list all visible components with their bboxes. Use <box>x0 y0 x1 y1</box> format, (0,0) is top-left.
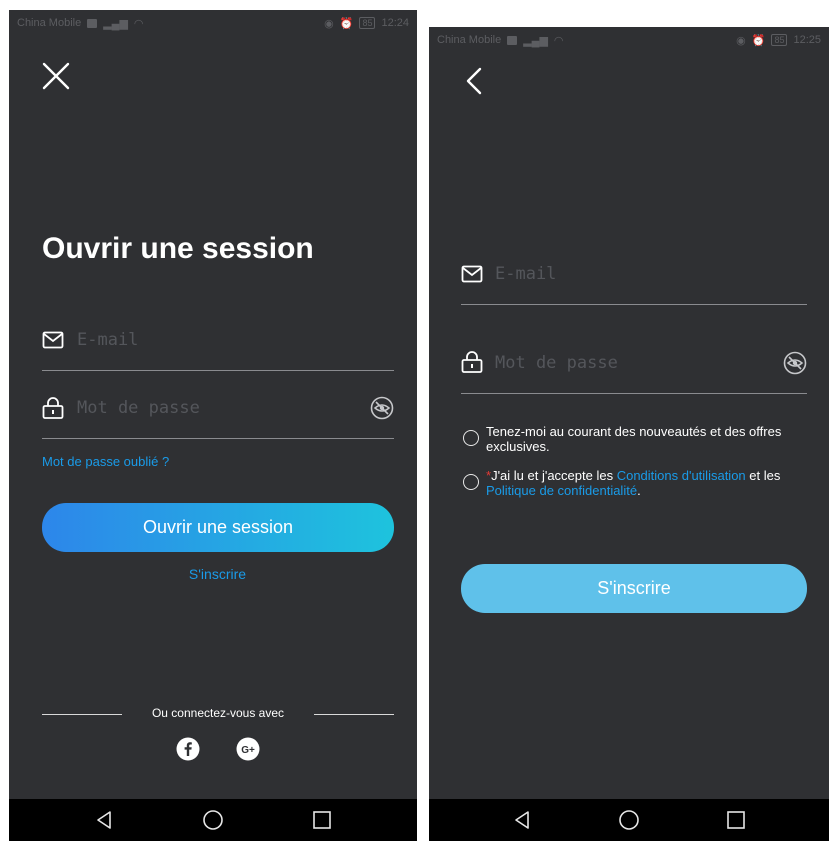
sim-icon <box>87 18 98 28</box>
google-plus-icon[interactable]: G+ <box>236 737 260 761</box>
divider-line-right <box>314 714 394 715</box>
status-bar: China Mobile ▂▄▆ ◠ ◉ ⏰ 85 12:25 <box>429 27 829 53</box>
nav-back-icon <box>515 811 530 829</box>
eye-hidden-icon[interactable] <box>783 351 807 375</box>
password-placeholder: Mot de passe <box>495 353 618 373</box>
email-field[interactable]: E-mail <box>461 261 807 305</box>
nav-home-button[interactable] <box>193 805 233 835</box>
lock-icon <box>42 397 64 419</box>
social-divider-text: Ou connectez-vous avec <box>151 706 285 720</box>
email-field[interactable]: E-mail <box>42 328 394 371</box>
alarm-icon: ⏰ <box>339 17 354 30</box>
system-nav-bar <box>429 799 829 841</box>
nav-back-button[interactable] <box>84 805 124 835</box>
status-bar: China Mobile ▂▄▆ ◠ ◉ ⏰ 85 12:24 <box>9 10 417 36</box>
back-icon[interactable] <box>465 67 483 95</box>
forgot-password-link[interactable]: Mot de passe oublié ? <box>42 454 169 469</box>
register-screen: China Mobile ▂▄▆ ◠ ◉ ⏰ 85 12:25 E-mail M… <box>429 27 829 841</box>
nav-recent-button[interactable] <box>716 805 756 835</box>
carrier-label: China Mobile <box>437 34 502 46</box>
eye-hidden-icon[interactable] <box>370 396 394 420</box>
signal-icon: ▂▄▆ <box>523 34 548 47</box>
eye-status-icon: ◉ <box>324 17 334 30</box>
mail-icon <box>461 265 483 283</box>
svg-text:G+: G+ <box>241 745 255 756</box>
eye-status-icon: ◉ <box>736 34 746 47</box>
facebook-icon[interactable] <box>176 737 200 761</box>
password-field[interactable]: Mot de passe <box>42 394 394 439</box>
privacy-link[interactable]: Politique de confidentialité <box>486 483 637 498</box>
email-placeholder: E-mail <box>495 264 557 284</box>
page-title: Ouvrir une session <box>42 232 314 265</box>
nav-recent-icon <box>313 811 332 829</box>
wifi-icon: ◠ <box>133 17 144 30</box>
nav-back-button[interactable] <box>502 805 542 835</box>
conditions-link[interactable]: Conditions d'utilisation <box>617 468 746 483</box>
nav-home-icon <box>619 810 639 830</box>
nav-recent-button[interactable] <box>302 805 342 835</box>
nav-home-button[interactable] <box>609 805 649 835</box>
terms-middle: et les <box>745 468 781 483</box>
close-icon[interactable] <box>42 62 70 90</box>
alarm-icon: ⏰ <box>751 34 766 47</box>
signal-icon: ▂▄▆ <box>103 17 128 30</box>
terms-suffix: . <box>637 483 641 498</box>
clock-label: 12:24 <box>381 17 409 29</box>
terms-radio[interactable] <box>463 474 479 490</box>
system-nav-bar <box>9 799 417 841</box>
login-button[interactable]: Ouvrir une session <box>42 503 394 552</box>
nav-recent-icon <box>726 811 745 829</box>
register-button[interactable]: S'inscrire <box>461 564 807 613</box>
login-screen: China Mobile ▂▄▆ ◠ ◉ ⏰ 85 12:24 Ouvrir u… <box>9 10 417 841</box>
nav-home-icon <box>203 810 223 830</box>
email-placeholder: E-mail <box>77 330 139 350</box>
carrier-label: China Mobile <box>17 17 82 29</box>
wifi-icon: ◠ <box>553 34 564 47</box>
newsletter-text: Tenez-moi au courant des nouveautés et d… <box>486 424 782 454</box>
battery-icon: 85 <box>771 34 788 46</box>
terms-text: *J'ai lu et j'accepte les Conditions d'u… <box>486 468 806 498</box>
sim-icon <box>507 35 518 45</box>
password-field[interactable]: Mot de passe <box>461 347 807 394</box>
battery-icon: 85 <box>359 17 376 29</box>
social-divider: Ou connectez-vous avec <box>42 706 394 722</box>
password-placeholder: Mot de passe <box>77 398 200 418</box>
mail-icon <box>42 331 64 349</box>
nav-back-icon <box>96 811 111 829</box>
lock-icon <box>461 351 483 373</box>
clock-label: 12:25 <box>793 34 821 46</box>
register-link[interactable]: S'inscrire <box>9 566 417 582</box>
terms-prefix: J'ai lu et j'accepte les <box>491 468 617 483</box>
newsletter-radio[interactable] <box>463 430 479 446</box>
